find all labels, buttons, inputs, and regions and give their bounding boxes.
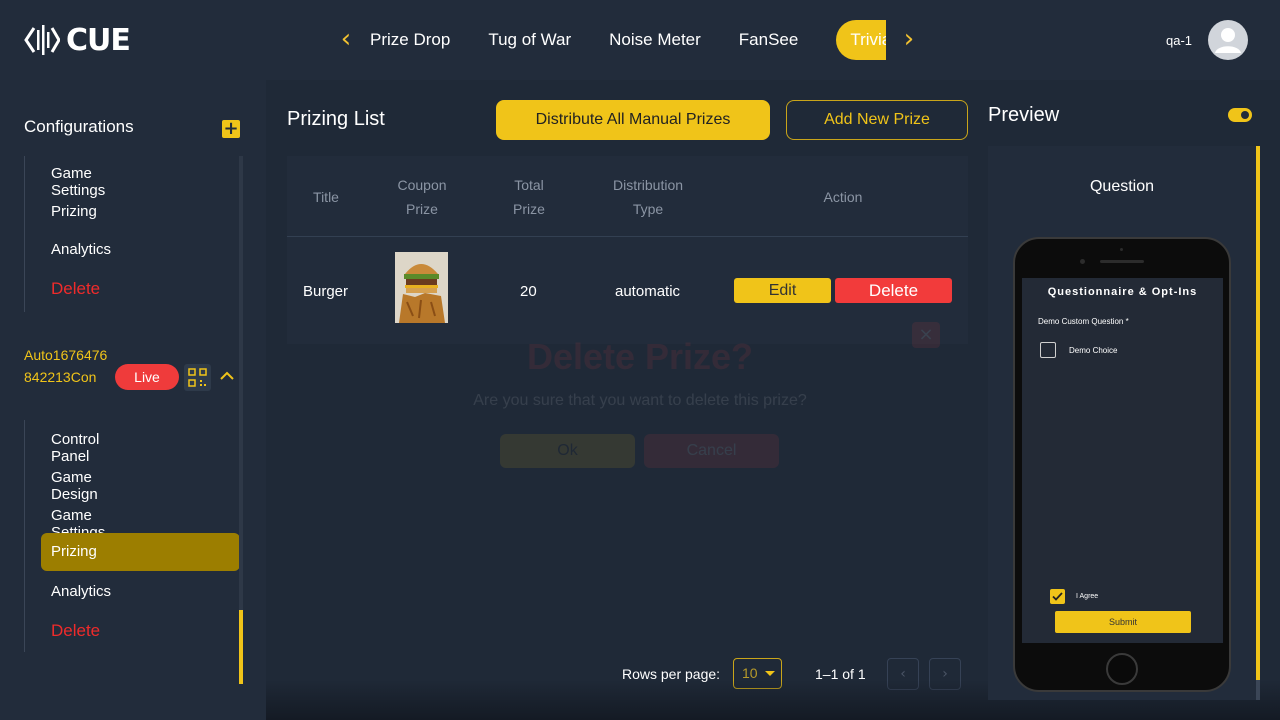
preview-section-title: Question: [1089, 178, 1155, 195]
table-header-title: Title: [313, 189, 339, 205]
sidebar-title: Configurations: [24, 117, 134, 136]
sidebar-item-game-settings[interactable]: Game Settings: [51, 165, 105, 199]
phone-heading: Questionnaire & Opt-Ins: [1047, 286, 1198, 298]
tab-fansee[interactable]: FanSee: [739, 20, 799, 60]
sidebar-scroll-thumb[interactable]: [239, 610, 243, 684]
toggle-knob: [1241, 111, 1249, 119]
distribute-prizes-button[interactable]: Distribute All Manual Prizes: [496, 100, 770, 140]
phone-home-button: [1106, 653, 1138, 685]
sidebar-item-prizing[interactable]: Prizing: [51, 203, 97, 220]
sidebar-item-analytics-2[interactable]: Analytics: [51, 583, 111, 600]
sidebar-item-prizing-active[interactable]: Prizing: [41, 533, 240, 571]
table-header-coupon: Coupon Prize: [397, 177, 447, 217]
cue-logo-icon: [24, 25, 60, 55]
add-config-button[interactable]: +: [222, 120, 240, 138]
rows-per-page-value: 10: [742, 665, 758, 681]
table-header-total: Total Prize: [513, 177, 545, 217]
phone-camera: [1080, 259, 1085, 264]
table-divider: [287, 236, 968, 237]
sidebar-item-delete-2[interactable]: Delete: [51, 621, 100, 641]
qr-code-icon[interactable]: [184, 364, 211, 391]
modal-ok-button[interactable]: Ok: [500, 434, 635, 468]
logo[interactable]: CUE: [24, 20, 131, 60]
sidebar-item-control-panel[interactable]: Control Panel: [51, 431, 99, 465]
sidebar-item-analytics[interactable]: Analytics: [51, 241, 111, 258]
delete-button[interactable]: Delete: [835, 278, 952, 303]
tab-prize-drop[interactable]: Prize Drop: [370, 20, 450, 60]
user-name[interactable]: qa-1: [1166, 33, 1192, 48]
caret-down-icon: [765, 671, 775, 676]
user-icon: [1215, 28, 1241, 53]
chevron-up-icon[interactable]: [219, 366, 235, 386]
phone-submit-button[interactable]: Submit: [1055, 611, 1191, 633]
modal-cancel-button[interactable]: Cancel: [644, 434, 779, 468]
sidebar-scrollbar[interactable]: [239, 156, 243, 684]
distribution-type-cell: automatic: [615, 283, 681, 300]
nav-prev-arrow-icon[interactable]: ‹: [334, 26, 358, 52]
page-title: Prizing List: [287, 108, 385, 130]
sidebar-item-game-design[interactable]: Game Design: [51, 469, 98, 503]
game-tabs: Prize Drop Tug of War Noise Meter FanSee Tri…: [366, 20, 886, 60]
sidebar-group-2: Control Panel Game Design Game Settings …: [24, 420, 240, 652]
phone-sensor: [1120, 248, 1123, 251]
delete-prize-modal: × Delete Prize? Are you sure that you wa…: [300, 310, 970, 500]
table-header-action: Action: [823, 189, 863, 205]
tab-noise-meter[interactable]: Noise Meter: [609, 20, 701, 60]
phone-question: Demo Custom Question *: [1038, 317, 1129, 326]
edit-button[interactable]: Edit: [734, 278, 831, 303]
modal-title: Delete Prize?: [526, 336, 754, 377]
phone-speaker: [1100, 260, 1144, 263]
game-name[interactable]: Auto1676476842213Con: [24, 344, 110, 388]
table-header-distribution: Distribution Type: [612, 177, 684, 217]
sidebar-group-1: Game Settings Prizing Analytics Delete: [24, 156, 111, 312]
top-bar: CUE ‹ Prize Drop Tug of War Noise Meter Fan…: [0, 0, 1280, 80]
sidebar: Configurations + Game Settings Prizing A…: [0, 80, 266, 720]
check-icon: [1052, 592, 1063, 601]
add-prize-button[interactable]: Add New Prize: [786, 100, 968, 140]
logo-text: CUE: [66, 22, 131, 58]
avatar[interactable]: [1208, 20, 1248, 60]
prize-title-cell: Burger: [303, 283, 349, 300]
modal-text: Are you sure that you want to delete thi…: [473, 392, 807, 409]
preview-scrollbar[interactable]: [1256, 680, 1260, 700]
phone-agree-label: I Agree: [1076, 593, 1099, 600]
sidebar-item-delete[interactable]: Delete: [51, 279, 100, 299]
preview-title: Preview: [988, 104, 1060, 126]
preview-toggle[interactable]: [1228, 108, 1252, 122]
nav-next-arrow-icon[interactable]: ›: [897, 26, 921, 52]
phone-choice-label: Demo Choice: [1069, 346, 1118, 355]
tab-tug-of-war[interactable]: Tug of War: [488, 20, 571, 60]
agree-checkbox[interactable]: [1050, 589, 1065, 604]
preview-scroll-thumb[interactable]: [1256, 146, 1260, 680]
status-badge: Live: [115, 364, 179, 390]
total-prize-cell: 20: [520, 283, 537, 300]
choice-checkbox[interactable]: [1040, 342, 1056, 358]
tab-trivia[interactable]: Trivia: [836, 20, 886, 60]
